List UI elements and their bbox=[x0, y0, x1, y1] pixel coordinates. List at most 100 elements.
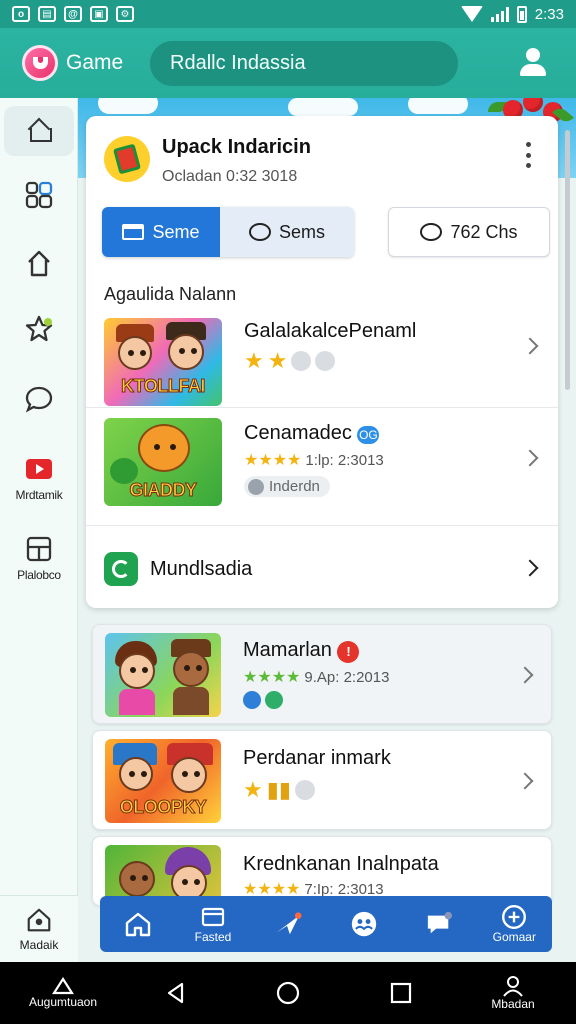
apps-icon bbox=[24, 180, 54, 210]
game-tab-icon bbox=[502, 905, 527, 929]
segment-label: Sems bbox=[278, 221, 325, 242]
notification-icon: ▤ bbox=[38, 6, 56, 22]
tab-fasted[interactable]: Fasted bbox=[178, 904, 248, 944]
bottom-tab-bar: Fasted Gomaar bbox=[100, 896, 552, 952]
tab-community[interactable] bbox=[329, 911, 399, 937]
chat-icon bbox=[24, 384, 54, 414]
nav-profile[interactable]: Mbadan bbox=[468, 975, 558, 1011]
chat-tab-icon bbox=[427, 911, 452, 934]
card-title: Upack Indaricin bbox=[162, 136, 311, 158]
list-item[interactable]: Mundlsadia bbox=[86, 530, 558, 606]
nav-label: Augumtuaon bbox=[28, 995, 98, 1009]
divider bbox=[86, 525, 558, 526]
chats-label: 762 Chs bbox=[450, 221, 518, 242]
rail-item-upload[interactable] bbox=[0, 248, 78, 278]
rail-item-apps[interactable] bbox=[0, 180, 78, 210]
nav-accessibility[interactable]: Augumtuaon bbox=[18, 977, 108, 1009]
nav-recents[interactable] bbox=[356, 981, 446, 1005]
tablet-icon bbox=[24, 534, 54, 564]
list-item[interactable]: OLOOPKY Perdanar inmark ★ ▮▮ bbox=[92, 730, 552, 830]
chevron-right-icon bbox=[516, 666, 534, 684]
rail-label: Madaik bbox=[19, 938, 59, 952]
folder-tab-icon bbox=[201, 907, 225, 927]
tab-explore[interactable] bbox=[253, 911, 323, 937]
segmented-control: Seme Sems bbox=[102, 207, 354, 257]
scrollbar[interactable] bbox=[565, 130, 570, 390]
release-date: 1:lp: 2:3013 bbox=[305, 452, 384, 469]
chevron-right-icon bbox=[521, 337, 539, 355]
notification-icon: ▣ bbox=[90, 6, 108, 22]
app-title: Game bbox=[66, 51, 124, 74]
side-rail: Mrdtamik Plalobco bbox=[0, 98, 78, 962]
tag-label: Inderdn bbox=[269, 478, 320, 495]
thumbnail-caption: GIADDY bbox=[129, 480, 198, 501]
signal-icon bbox=[490, 6, 509, 22]
featured-card: Upack Indaricin Ocladan 0:32 3018 Seme S… bbox=[86, 116, 558, 608]
link-title: Mundlsadia bbox=[150, 558, 253, 580]
game-title: Krednkanan Inalnpata bbox=[243, 853, 439, 875]
notification-icon: ⚙ bbox=[116, 6, 134, 22]
list-item[interactable]: KTOLLFAI GalalakalcePenaml ★ ★ bbox=[86, 312, 558, 408]
list-item[interactable]: Mamarlan ! ★★★★ 9.Ap: 2:2013 bbox=[92, 624, 552, 724]
chats-button[interactable]: 762 Chs bbox=[388, 207, 550, 257]
back-icon bbox=[167, 982, 183, 1004]
rating: ★ ▮▮ bbox=[243, 779, 315, 801]
rail-item-home[interactable] bbox=[0, 114, 78, 144]
chevron-right-icon bbox=[516, 772, 534, 790]
game-title: Perdanar inmark bbox=[243, 747, 391, 769]
rail-item-account[interactable]: Madaik bbox=[0, 895, 78, 962]
nav-back[interactable] bbox=[131, 981, 221, 1005]
star-icon bbox=[24, 314, 54, 344]
section-heading: Agaulida Nalann bbox=[104, 284, 237, 304]
nav-home[interactable] bbox=[243, 980, 333, 1006]
rating-date: ★★★★ 1:lp: 2:3013 bbox=[244, 451, 384, 469]
rating: ★ ★ bbox=[244, 350, 336, 372]
notification-icon: o bbox=[12, 6, 30, 22]
tag-row: Inderdn bbox=[244, 476, 330, 497]
window-icon bbox=[122, 224, 145, 240]
segment-inactive[interactable]: Sems bbox=[220, 207, 354, 257]
release-date: 9.Ap: 2:2013 bbox=[304, 669, 390, 686]
game-title: GalalakalcePenaml bbox=[244, 320, 417, 342]
triangle-icon bbox=[52, 977, 74, 995]
rail-item-chat[interactable] bbox=[0, 384, 78, 414]
rail-item-videos[interactable]: Mrdtamik bbox=[0, 454, 78, 502]
segment-label: Seme bbox=[152, 221, 200, 242]
game-title-text: Mamarlan bbox=[243, 639, 332, 661]
more-options-icon[interactable] bbox=[526, 142, 532, 168]
clock: 2:33 bbox=[534, 5, 564, 23]
chat-bubble-icon bbox=[420, 223, 443, 241]
chevron-right-icon bbox=[521, 449, 539, 467]
nav-label: Mbadan bbox=[491, 997, 535, 1011]
card-subtitle: Ocladan 0:32 3018 bbox=[162, 168, 298, 185]
game-thumbnail bbox=[105, 633, 221, 717]
rating-date: ★★★★ 9.Ap: 2:2013 bbox=[243, 668, 390, 686]
profile-icon[interactable] bbox=[518, 48, 548, 78]
tab-home[interactable] bbox=[103, 911, 173, 937]
notification-icon: @ bbox=[64, 6, 82, 22]
people-tab-icon bbox=[351, 911, 376, 937]
tab-games[interactable]: Gomaar bbox=[479, 904, 549, 944]
game-app-icon bbox=[104, 136, 150, 182]
rail-item-tablet[interactable]: Plalobco bbox=[0, 534, 78, 582]
game-thumbnail: GIADDY bbox=[104, 418, 222, 506]
segment-active[interactable]: Seme bbox=[102, 207, 220, 257]
app-bar: Game Rdallc Indassia bbox=[0, 28, 576, 98]
thumbnail-caption: KTOLLFAI bbox=[121, 376, 206, 397]
search-field[interactable]: Rdallc Indassia bbox=[150, 41, 458, 86]
chat-bubble-icon bbox=[248, 223, 271, 241]
tab-messages[interactable] bbox=[404, 911, 474, 937]
refresh-app-icon bbox=[104, 552, 138, 586]
battery-icon bbox=[516, 5, 527, 23]
list-item[interactable]: GIADDY Cenamadec OG ★★★★ 1:lp: 2:3013 In… bbox=[86, 412, 558, 524]
tag-pill: Inderdn bbox=[244, 476, 330, 497]
app-logo-icon[interactable] bbox=[22, 45, 58, 81]
platform-badges bbox=[243, 691, 283, 709]
game-title: Cenamadec OG bbox=[244, 422, 380, 445]
person-icon bbox=[503, 976, 523, 997]
rail-label: Mrdtamik bbox=[15, 488, 63, 502]
chevron-right-icon bbox=[521, 559, 539, 577]
divider bbox=[86, 407, 558, 408]
wifi-icon bbox=[460, 6, 483, 22]
rail-item-favorites[interactable] bbox=[0, 314, 78, 344]
